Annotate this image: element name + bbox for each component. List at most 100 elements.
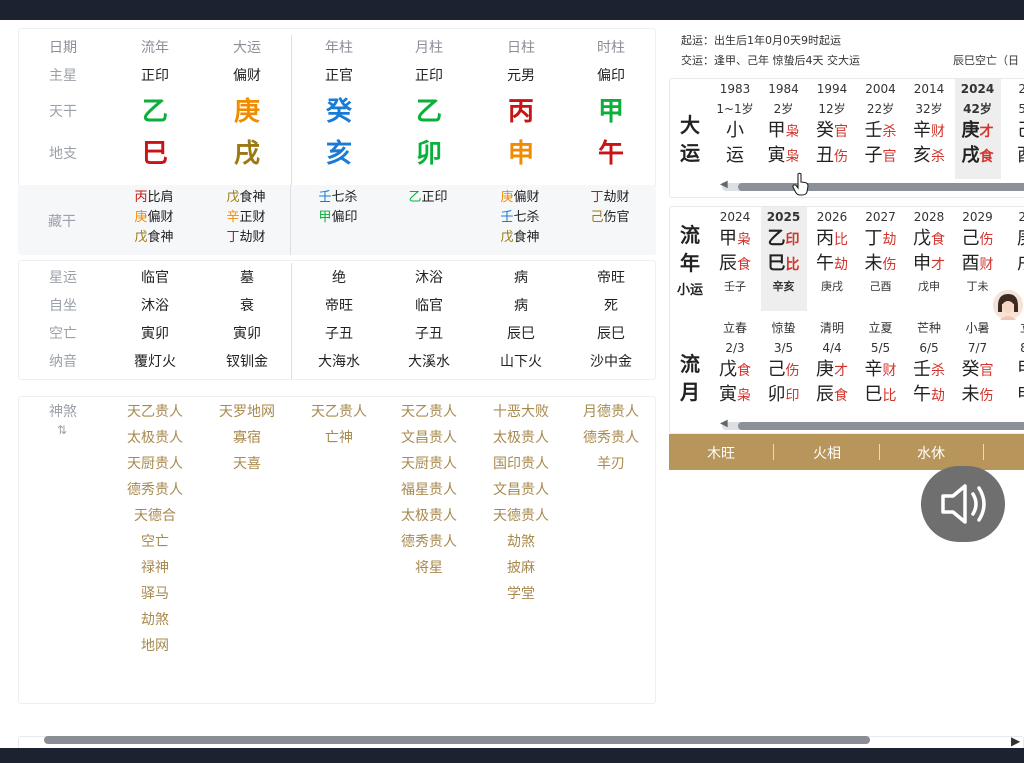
shensha-item: 劫煞 — [507, 534, 535, 550]
liuyue-column[interactable]: 芒种 6/5 壬杀 午劫 — [906, 318, 952, 418]
dayun-column[interactable]: 1994 12岁 癸官 丑伤 — [809, 79, 855, 179]
liunian-column[interactable]: 2024 甲枭 辰食 壬子 — [712, 207, 758, 311]
shensha-item: 披麻 — [507, 560, 535, 576]
liunian-branch-god: 劫 — [834, 257, 848, 273]
liuyue-date: 3/5 — [773, 341, 794, 355]
zanggan-god: 七杀 — [513, 210, 540, 225]
details-card: 星运 临官 墓 绝 沐浴 病 帝旺 自坐 沐浴 衰 帝旺 临官 病 死 空亡 寅… — [18, 260, 656, 380]
label-xingyun: 星运 — [49, 270, 77, 286]
shensha-col-month: 天乙贵人 文昌贵人 天厨贵人 福星贵人 太极贵人 德秀贵人 将星 — [389, 399, 469, 581]
liuyue-stem: 癸 — [961, 359, 980, 380]
liuyue-column[interactable]: 清明 4/4 庚才 辰食 — [809, 318, 855, 418]
dayun-stem-god: 才 — [979, 124, 994, 140]
liuyue-column[interactable]: 立春 2/3 戊食 寅枭 — [712, 318, 758, 418]
liuyue-column[interactable]: 立 8/甲申 — [1003, 318, 1024, 418]
dayun-column[interactable]: 2004 22岁 壬杀 子官 — [858, 79, 904, 179]
liuyue-scroll-thumb[interactable] — [738, 422, 1024, 430]
dayun-column[interactable]: 1984 2岁 甲枭 寅枭 — [761, 79, 807, 179]
tiangan-month: 乙 — [415, 97, 442, 127]
liuyue-solar-term: 立夏 — [868, 321, 893, 335]
liunian-column[interactable]: 2026 丙比 午劫 庚戌 — [809, 207, 855, 311]
xingyun-year: 绝 — [332, 270, 346, 286]
liuyue-solar-term: 芒种 — [916, 321, 941, 335]
liunian-stem: 甲 — [719, 228, 737, 249]
liunian-column[interactable]: 2027 丁劫 未伤 己酉 — [858, 207, 904, 311]
liunian-column[interactable]: 2028 戊食 申才 戊申 — [906, 207, 952, 311]
nayin-month: 大溪水 — [408, 354, 450, 370]
shensha-item: 空亡 — [141, 534, 169, 550]
liunian-stem: 庚 — [1017, 228, 1024, 249]
divider-line — [291, 35, 292, 185]
liunian-branch-god: 才 — [931, 257, 945, 273]
avatar[interactable] — [993, 290, 1023, 320]
shensha-col-liunian: 天乙贵人 太极贵人 天厨贵人 德秀贵人 天德合 空亡 禄神 驿马 劫煞 地网 — [115, 399, 195, 659]
shensha-item: 天乙贵人 — [311, 404, 367, 420]
label-nayin: 纳音 — [49, 354, 77, 370]
liunian-year: 2028 — [913, 210, 945, 224]
zanggan-stem: 戊 — [226, 190, 240, 205]
shensha-item: 天喜 — [233, 456, 261, 472]
kongwang-month: 子丑 — [415, 326, 443, 342]
zanggan-god: 比肩 — [147, 190, 174, 205]
shensha-item: 太极贵人 — [493, 430, 549, 446]
main-star-hour: 偏印 — [597, 68, 625, 84]
liuyue-stem-god: 杀 — [931, 363, 945, 379]
shensha-col-year: 天乙贵人 亡神 — [299, 399, 379, 451]
zanggan-stem: 乙 — [408, 190, 422, 205]
liuyue-column[interactable]: 惊蛰 3/5 己伤 卯印 — [761, 318, 807, 418]
liunian-stem-god: 伤 — [979, 232, 994, 248]
liuyue-stem: 己 — [767, 359, 786, 380]
sort-toggle-icon[interactable]: ⇅ — [57, 423, 67, 437]
xingyun-dayun: 墓 — [240, 270, 254, 286]
scroll-left-arrow-icon[interactable]: ◀ — [720, 418, 728, 429]
dizhi-day: 申 — [507, 139, 534, 169]
main-star-month: 正印 — [415, 68, 443, 84]
zanggan-god: 劫财 — [603, 190, 630, 205]
liuyue-scrollbar[interactable] — [722, 422, 1024, 430]
dayun-scrollbar[interactable] — [722, 183, 1024, 191]
liuyue-column[interactable]: 小暑 7/7 癸官 未伤 — [955, 318, 1001, 418]
header-day-pillar: 日柱 — [507, 40, 535, 56]
zanggan-god: 劫财 — [239, 230, 266, 245]
zanggan-month: 乙正印 — [388, 188, 468, 208]
main-star-dayun: 偏财 — [233, 68, 261, 84]
dayun-column[interactable]: 2024 42岁 庚才 戌食 — [954, 79, 1001, 179]
dayun-column[interactable]: 2014 32岁 辛财 亥杀 — [906, 79, 952, 179]
zanggan-god: 七杀 — [331, 190, 358, 205]
shensha-item: 禄神 — [141, 560, 169, 576]
liuyue-solar-term: 小暑 — [965, 321, 990, 335]
liunian-branch-god: 比 — [785, 257, 800, 273]
dayun-scroll-thumb[interactable] — [738, 183, 1024, 191]
horizontal-scroll-thumb[interactable] — [44, 736, 870, 744]
shensha-item: 太极贵人 — [127, 430, 183, 446]
liunian-title-1: 流 — [680, 223, 700, 247]
dayun-branch: 子 — [864, 145, 883, 166]
scroll-left-arrow-icon[interactable]: ◀ — [720, 179, 728, 190]
liuyue-branch-god: 伤 — [979, 388, 994, 404]
liuyue-column[interactable]: 立夏 5/5 辛财 巳比 — [858, 318, 904, 418]
liunian-stem-god: 比 — [834, 232, 848, 248]
speaker-icon[interactable] — [921, 466, 1005, 542]
liuyue-branch: 午 — [913, 384, 931, 405]
xingyun-hour: 帝旺 — [597, 270, 625, 286]
liunian-year: 2026 — [816, 210, 848, 224]
zanggan-dayun: 戊食神 辛正财 丁劫财 — [206, 188, 286, 248]
liuyue-branch: 辰 — [816, 384, 834, 405]
liunian-column[interactable]: 2025 乙印 巳比 辛亥 — [760, 207, 807, 311]
shensha-item: 德秀贵人 — [583, 430, 639, 446]
liuyue-solar-term: 清明 — [819, 321, 844, 335]
scroll-right-arrow-icon[interactable]: ▶ — [1011, 734, 1020, 748]
dayun-column[interactable]: 20 52 己酉 — [1003, 79, 1024, 179]
shensha-item: 学堂 — [507, 586, 535, 602]
zanggan-god: 正财 — [239, 210, 266, 225]
liunian-title-2: 年 — [680, 251, 700, 275]
zizuo-month: 临官 — [415, 298, 443, 314]
label-dizhi: 地支 — [49, 146, 77, 162]
liuyue-branch: 巳 — [864, 384, 883, 405]
shensha-col-dayun: 天罗地网 寡宿 天喜 — [207, 399, 287, 477]
dayun-column[interactable]: 1983 1~1岁小运 — [712, 79, 758, 179]
liunian-stem: 乙 — [767, 228, 786, 249]
liunian-xiaoyun: 辛亥 — [772, 280, 795, 293]
liuyue-solar-term: 惊蛰 — [771, 321, 796, 335]
label-tiangan: 天干 — [49, 104, 77, 120]
